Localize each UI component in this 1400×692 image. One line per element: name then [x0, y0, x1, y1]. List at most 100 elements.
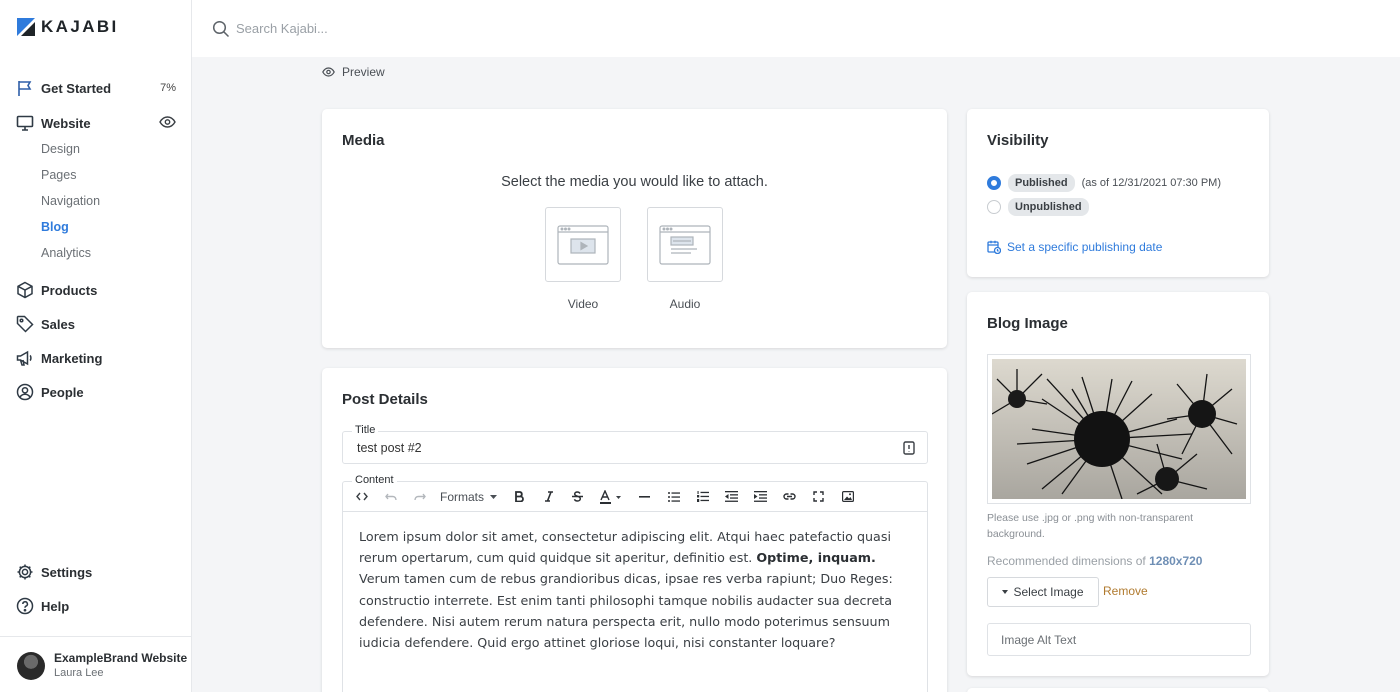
- image-icon: [841, 491, 854, 502]
- numbered-list-button[interactable]: [688, 485, 717, 509]
- published-radio[interactable]: [987, 176, 1001, 190]
- sidebar-item-label: Products: [41, 282, 98, 298]
- topbar: [192, 0, 1400, 57]
- select-image-button[interactable]: Select Image: [987, 577, 1099, 607]
- caret-down-icon: [490, 494, 498, 499]
- text-color-button[interactable]: [592, 485, 630, 509]
- indent-icon: [754, 491, 768, 502]
- image-format-hint: Please use .jpg or .png with non-transpa…: [987, 512, 1194, 540]
- sidebar-subitem-blog[interactable]: Blog: [41, 220, 69, 234]
- sidebar-item-label: Marketing: [41, 350, 103, 366]
- search-icon: [212, 20, 230, 43]
- redo-button[interactable]: [405, 485, 434, 509]
- italic-icon: [544, 491, 553, 502]
- published-pill: Published: [1008, 174, 1075, 192]
- indent-button[interactable]: [746, 485, 775, 509]
- bullet-list-button[interactable]: [659, 485, 688, 509]
- sidebar-item-settings[interactable]: Settings: [16, 561, 176, 583]
- title-field[interactable]: test post #2: [342, 431, 928, 464]
- image-alt-text-input[interactable]: [987, 623, 1251, 656]
- content-editor[interactable]: Formats Lorem ipsum dolor sit amet, cons…: [342, 481, 928, 692]
- sidebar-item-label: Website: [41, 115, 91, 131]
- content-label: Content: [352, 474, 397, 486]
- sidebar-item-people[interactable]: People: [16, 381, 176, 403]
- blog-image-title: Blog Image: [987, 315, 1068, 332]
- set-publishing-date-label: Set a specific publishing date: [1007, 240, 1163, 254]
- user-name: Laura Lee: [54, 667, 104, 679]
- flag-icon: [16, 79, 34, 97]
- box-icon: [16, 281, 34, 299]
- kajabi-logo-icon: [17, 18, 35, 36]
- preview-link[interactable]: Preview: [322, 65, 385, 79]
- sidebar-item-get-started[interactable]: Get Started 7%: [16, 77, 176, 99]
- monitor-icon: [16, 114, 34, 132]
- italic-button[interactable]: [534, 485, 563, 509]
- site-name: ExampleBrand Website: [54, 651, 188, 665]
- video-option-label: Video: [567, 297, 599, 311]
- media-card: Media Select the media you would like to…: [322, 109, 947, 348]
- visibility-title: Visibility: [987, 132, 1049, 149]
- kajabi-logo[interactable]: KAJABI: [17, 17, 119, 37]
- fullscreen-button[interactable]: [804, 485, 833, 509]
- recommended-dimensions: Recommended dimensions of 1280x720: [987, 554, 1202, 568]
- dims-prefix: Recommended dimensions of: [987, 554, 1150, 568]
- post-details-card: Post Details test post #2 Title Formats: [322, 368, 947, 692]
- audio-option-button[interactable]: [647, 207, 723, 282]
- insert-image-button[interactable]: [833, 485, 862, 509]
- source-code-button[interactable]: [347, 485, 376, 509]
- content-text: Verum tamen cum de rebus grandioribus di…: [359, 571, 893, 651]
- published-radio-option[interactable]: Published (as of 12/31/2021 07:30 PM): [987, 174, 1221, 192]
- link-icon: [783, 493, 796, 500]
- user-circle-icon: [16, 383, 34, 401]
- sidebar-subitem-pages[interactable]: Pages: [41, 168, 76, 182]
- video-placeholder-icon: [557, 224, 609, 265]
- eye-icon: [322, 67, 335, 77]
- sidebar-item-help[interactable]: Help: [16, 595, 176, 617]
- bold-icon: [515, 491, 524, 502]
- account-switcher[interactable]: ExampleBrand Website Laura Lee: [0, 636, 192, 692]
- sidebar-subitem-analytics[interactable]: Analytics: [41, 246, 91, 260]
- strikethrough-icon: [572, 491, 584, 502]
- outdent-icon: [725, 491, 739, 502]
- sidebar-item-products[interactable]: Products: [16, 279, 176, 301]
- unpublished-pill: Unpublished: [1008, 198, 1089, 216]
- sidebar-subitem-design[interactable]: Design: [41, 142, 80, 156]
- editor-content[interactable]: Lorem ipsum dolor sit amet, consectetur …: [359, 526, 911, 653]
- document-icon[interactable]: [903, 441, 915, 460]
- sidebar: KAJABI Get Started 7% Website Design Pag…: [0, 0, 192, 692]
- avatar: [17, 652, 45, 680]
- sidebar-item-sales[interactable]: Sales: [16, 313, 176, 335]
- sidebar-item-label: Settings: [41, 564, 93, 580]
- formats-label: Formats: [440, 489, 485, 504]
- strikethrough-button[interactable]: [563, 485, 592, 509]
- numbered-list-icon: [696, 491, 709, 502]
- blog-image-preview[interactable]: [987, 354, 1251, 504]
- dims-value: 1280x720: [1149, 554, 1203, 568]
- link-button[interactable]: [775, 485, 804, 509]
- next-card: [967, 688, 1269, 692]
- bold-button[interactable]: [505, 485, 534, 509]
- video-option-button[interactable]: [545, 207, 621, 282]
- formats-dropdown[interactable]: Formats: [434, 485, 505, 509]
- unpublished-radio[interactable]: [987, 200, 1001, 214]
- set-publishing-date-link[interactable]: Set a specific publishing date: [987, 240, 1162, 254]
- outdent-button[interactable]: [717, 485, 746, 509]
- sidebar-item-marketing[interactable]: Marketing: [16, 347, 176, 369]
- undo-button[interactable]: [376, 485, 405, 509]
- eye-icon[interactable]: [159, 115, 176, 131]
- sidebar-subitem-navigation[interactable]: Navigation: [41, 194, 100, 208]
- blog-image-photo: [992, 359, 1246, 499]
- sidebar-item-label: Get Started: [41, 80, 112, 96]
- horizontal-rule-button[interactable]: [630, 485, 659, 509]
- unpublished-radio-option[interactable]: Unpublished: [987, 198, 1089, 216]
- remove-image-link[interactable]: Remove: [1103, 584, 1148, 598]
- megaphone-icon: [16, 349, 34, 367]
- search-input[interactable]: [236, 17, 636, 39]
- audio-placeholder-icon: [659, 224, 711, 265]
- calendar-icon: [987, 240, 1001, 254]
- sidebar-item-website[interactable]: Website: [16, 112, 176, 134]
- post-details-title: Post Details: [342, 391, 428, 408]
- select-image-label: Select Image: [1013, 585, 1084, 599]
- tag-icon: [16, 315, 34, 333]
- media-prompt: Select the media you would like to attac…: [501, 174, 768, 190]
